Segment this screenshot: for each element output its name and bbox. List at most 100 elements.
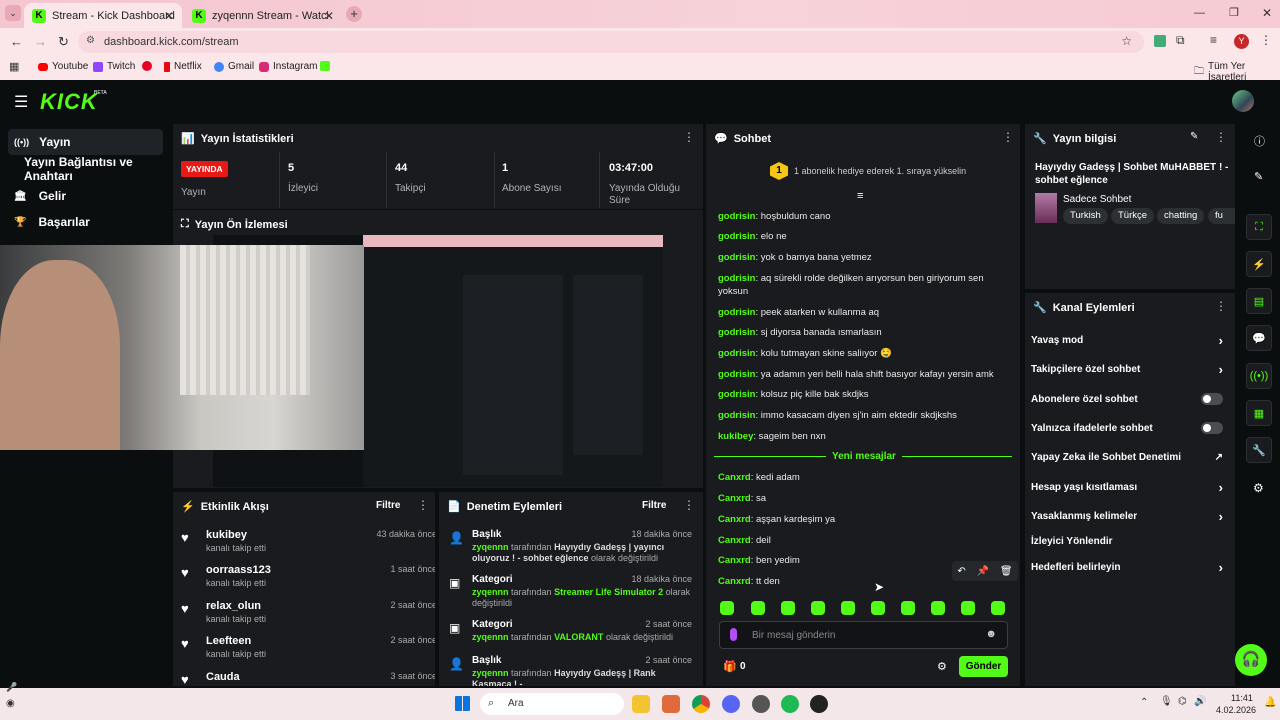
- bookmark-youtube[interactable]: Youtube: [38, 61, 88, 72]
- rail-chat-button[interactable]: 💬: [1246, 325, 1272, 351]
- subs-only-toggle[interactable]: [1201, 393, 1223, 405]
- tag-chip[interactable]: Turkish: [1063, 208, 1108, 224]
- emote-icon[interactable]: [871, 601, 885, 615]
- stats-menu-icon[interactable]: ⋮: [683, 130, 695, 144]
- restore-button[interactable]: ❐: [1229, 6, 1239, 19]
- action-emotes-only[interactable]: Yalnızca ifadelerle sohbet: [1031, 417, 1227, 439]
- actions-menu-icon[interactable]: ⋮: [1215, 299, 1227, 313]
- bookmark-twitch[interactable]: Twitch: [93, 61, 135, 72]
- reply-icon[interactable]: ↶: [957, 566, 965, 577]
- tab-dashboard[interactable]: K Stream - Kick Dashboard ✕: [24, 3, 182, 28]
- reload-icon[interactable]: ↻: [58, 34, 69, 50]
- points-icon[interactable]: 🎁: [723, 660, 737, 673]
- emote-icon[interactable]: [931, 601, 945, 615]
- apps-grid-icon[interactable]: ▦: [9, 60, 19, 73]
- sidebar-item-stream-key[interactable]: Yayın Bağlantısı ve Anahtarı: [8, 155, 163, 183]
- url-bar[interactable]: ⚙ dashboard.kick.com/stream ☆: [78, 31, 1144, 53]
- bookmark-gmail[interactable]: Gmail: [214, 61, 254, 72]
- browser-menu-icon[interactable]: ⋮: [1260, 33, 1272, 47]
- bookmark-star-icon[interactable]: ☆: [1121, 34, 1132, 48]
- app-icon[interactable]: [662, 695, 680, 713]
- activity-menu-icon[interactable]: ⋮: [417, 498, 429, 512]
- volume-icon[interactable]: 🔊: [1194, 696, 1206, 707]
- hamburger-menu-icon[interactable]: ☰: [14, 92, 28, 112]
- chat-settings-icon[interactable]: ⚙: [937, 660, 947, 673]
- action-account-age[interactable]: Hesap yaşı kısıtlaması ›: [1031, 476, 1227, 498]
- extension-icon[interactable]: [1154, 35, 1166, 47]
- emote-icon[interactable]: [720, 601, 734, 615]
- edit-pencil-icon[interactable]: ✎: [1190, 131, 1198, 142]
- send-button[interactable]: Gönder: [959, 656, 1008, 677]
- forward-icon[interactable]: →: [34, 34, 47, 49]
- action-slow-mode[interactable]: Yavaş mod ›: [1031, 329, 1227, 351]
- microphone-icon[interactable]: [730, 628, 737, 641]
- chat-menu-icon[interactable]: ⋮: [1002, 130, 1014, 144]
- taskbar-search[interactable]: ⌕ Ara: [480, 693, 624, 715]
- info-menu-icon[interactable]: ⋮: [1215, 130, 1227, 144]
- kick-logo[interactable]: KICK: [40, 89, 98, 115]
- spotify-icon[interactable]: [781, 695, 799, 713]
- tab-menu-icon[interactable]: ⌄: [5, 5, 21, 21]
- file-explorer-icon[interactable]: [632, 695, 650, 713]
- moderation-filter-button[interactable]: Filtre: [642, 500, 666, 511]
- moderation-menu-icon[interactable]: ⋮: [683, 498, 695, 512]
- action-raid[interactable]: İzleyici Yönlendir: [1031, 530, 1227, 552]
- profile-avatar[interactable]: Y: [1234, 34, 1249, 49]
- info-icon[interactable]: ⓘ: [1254, 133, 1265, 149]
- bookmark-pinterest[interactable]: [142, 61, 152, 71]
- close-window-button[interactable]: ✕: [1262, 6, 1272, 20]
- gift-rank-banner[interactable]: 1 1 abonelik hediye ederek 1. sıraya yük…: [770, 162, 966, 180]
- site-info-icon[interactable]: ⚙: [86, 35, 95, 46]
- tag-chip[interactable]: chatting: [1157, 208, 1205, 224]
- tab-stream[interactable]: K zyqennn Stream - Watch Live o ✕: [184, 3, 342, 28]
- emotes-only-toggle[interactable]: [1201, 422, 1223, 434]
- emote-icon[interactable]: [841, 601, 855, 615]
- emote-icon[interactable]: [991, 601, 1005, 615]
- tag-chip[interactable]: fu: [1208, 208, 1235, 224]
- chrome-icon[interactable]: [692, 695, 710, 713]
- new-tab-button[interactable]: +: [346, 6, 362, 22]
- tray-left-icon[interactable]: ◉: [6, 698, 15, 709]
- emoji-icon[interactable]: ☻: [985, 628, 997, 640]
- back-icon[interactable]: ←: [10, 34, 23, 49]
- rail-tools-button[interactable]: 🔧: [1246, 437, 1272, 463]
- puzzle-icon[interactable]: ⧉: [1176, 33, 1185, 48]
- sidebar-item-broadcast[interactable]: ((•)) Yayın: [8, 129, 163, 155]
- wifi-icon[interactable]: ⌬: [1178, 696, 1187, 707]
- chat-input[interactable]: Bir mesaj gönderin ☻: [719, 621, 1008, 649]
- emote-icon[interactable]: [961, 601, 975, 615]
- rail-settings-icon[interactable]: ⚙: [1253, 481, 1264, 495]
- emote-icon[interactable]: [811, 601, 825, 615]
- emote-icon[interactable]: [781, 601, 795, 615]
- user-avatar[interactable]: [1232, 90, 1254, 112]
- obs-icon[interactable]: [810, 695, 828, 713]
- sidebar-item-revenue[interactable]: 🏛 Gelir: [8, 183, 163, 209]
- steam-icon[interactable]: [752, 695, 770, 713]
- emote-icon[interactable]: [901, 601, 915, 615]
- reading-list-icon[interactable]: ≡: [1210, 33, 1217, 47]
- windows-start-icon[interactable]: [455, 696, 470, 711]
- action-ai-moderation[interactable]: Yapay Zeka ile Sohbet Denetimi ↗: [1031, 446, 1227, 468]
- pin-icon[interactable]: 📌: [977, 566, 989, 577]
- action-followers-only[interactable]: Takipçilere özel sohbet ›: [1031, 358, 1227, 380]
- tray-chevron-icon[interactable]: ⌃: [1140, 697, 1148, 708]
- category-name[interactable]: Sadece Sohbet: [1063, 194, 1131, 205]
- bookmark-netflix[interactable]: Netflix: [164, 61, 202, 72]
- sidebar-item-achievements[interactable]: 🏆 Başarılar: [8, 209, 163, 235]
- tag-chip[interactable]: Türkçe: [1111, 208, 1155, 224]
- rail-broadcast-button[interactable]: ((•)): [1246, 363, 1272, 389]
- activity-filter-button[interactable]: Filtre: [376, 500, 400, 511]
- minimize-button[interactable]: —: [1194, 7, 1205, 19]
- discord-icon[interactable]: [722, 695, 740, 713]
- rail-preview-button[interactable]: ⛶: [1246, 214, 1272, 240]
- support-button[interactable]: 🎧: [1235, 644, 1267, 676]
- delete-icon[interactable]: 🗑: [1000, 566, 1013, 577]
- bookmark-instagram[interactable]: Instagram: [259, 61, 317, 72]
- action-set-goals[interactable]: Hedefleri belirleyin ›: [1031, 556, 1227, 578]
- clock-time[interactable]: 11:41: [1231, 693, 1253, 703]
- pinned-toggle-icon[interactable]: ≡: [857, 190, 863, 202]
- clock-date[interactable]: 4.02.2026: [1216, 705, 1256, 715]
- close-tab-icon[interactable]: ✕: [324, 9, 334, 23]
- rail-layout-button[interactable]: ▦: [1246, 400, 1272, 426]
- emote-icon[interactable]: [751, 601, 765, 615]
